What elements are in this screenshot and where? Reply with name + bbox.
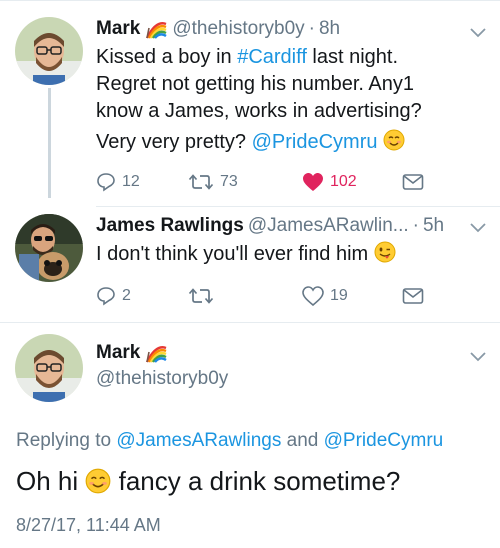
dm-button[interactable]: [402, 287, 424, 305]
chevron-down-icon[interactable]: [470, 352, 486, 362]
dm-button[interactable]: [402, 173, 424, 191]
tweet-time[interactable]: 5h: [423, 215, 444, 237]
retweet-count: 73: [220, 173, 238, 190]
focused-header: Mark: [96, 342, 168, 364]
tweet-header: Mark @thehistoryb0y · 8h: [96, 18, 340, 40]
mention-link[interactable]: @PrideCymru: [324, 430, 444, 451]
user-handle[interactable]: @thehistoryb0y: [96, 368, 228, 390]
reply-icon: [97, 173, 115, 192]
chevron-down-icon[interactable]: [470, 223, 486, 233]
like-count: 19: [330, 287, 348, 304]
like-count: 102: [330, 173, 357, 190]
like-button[interactable]: 19: [302, 286, 348, 306]
retweet-button[interactable]: 73: [188, 172, 238, 192]
heart-icon: [302, 286, 324, 306]
retweet-button[interactable]: [188, 286, 220, 306]
user-handle[interactable]: @thehistoryb0y: [172, 18, 304, 40]
emoji-icon: [374, 241, 396, 263]
rainbow-flag-icon: [146, 346, 168, 363]
mention-link[interactable]: @PrideCymru: [252, 131, 378, 153]
tweet-body: I don't think you'll ever find him: [96, 241, 486, 268]
rainbow-flag-icon: [146, 22, 168, 39]
reply-count: 12: [122, 173, 140, 190]
avatar-mark[interactable]: [15, 334, 83, 402]
user-name[interactable]: Mark: [96, 342, 140, 364]
tweet-timestamp[interactable]: 8/27/17, 11:44 AM: [16, 515, 161, 536]
tweet-line: know a James, works in advertising?: [96, 100, 422, 122]
reply-button[interactable]: 2: [96, 286, 131, 306]
tweet-actions: 12 73 102: [96, 171, 446, 193]
reply-icon: [97, 287, 115, 306]
user-name[interactable]: Mark: [96, 18, 140, 40]
retweet-icon: [188, 288, 214, 304]
tweet-time[interactable]: 8h: [319, 18, 340, 40]
focused-tweet-text: Oh hi fancy a drink sometime?: [16, 466, 401, 496]
tweet-line: Kissed a boy in #Cardiff last night.: [96, 46, 399, 68]
tweet-divider: [0, 322, 500, 323]
like-button[interactable]: 102: [302, 172, 357, 192]
tweet-divider: [96, 206, 500, 207]
dm-icon: [402, 174, 424, 190]
top-divider: [0, 0, 500, 1]
separator-dot: ·: [308, 18, 315, 39]
hashtag-link[interactable]: #Cardiff: [237, 46, 307, 68]
tweet-actions: 2 19: [96, 285, 446, 307]
replying-to: Replying to @JamesARawlings and @PrideCy…: [16, 430, 444, 451]
emoji-icon: [85, 468, 111, 494]
dm-icon: [402, 288, 424, 304]
avatar-mark[interactable]: [15, 17, 83, 85]
emoji-icon: [383, 129, 405, 151]
reply-count: 2: [122, 287, 131, 304]
avatar-james[interactable]: [15, 214, 83, 282]
separator-dot: ·: [412, 215, 419, 236]
tweet-line: Very very pretty? @PrideCymru: [96, 129, 486, 156]
user-name[interactable]: James Rawlings: [96, 215, 244, 237]
heart-icon: [303, 173, 323, 191]
retweet-icon: [188, 174, 214, 190]
tweet-header: James Rawlings @JamesARawlin... · 5h: [96, 215, 444, 237]
tweet-body: Kissed a boy in #Cardiff last night. Reg…: [96, 44, 486, 156]
chevron-down-icon[interactable]: [470, 28, 486, 38]
user-handle[interactable]: @JamesARawlin...: [248, 215, 409, 237]
mention-link[interactable]: @JamesARawlings: [116, 430, 281, 451]
tweet-line: Regret not getting his number. Any1: [96, 73, 414, 95]
thread-line: [48, 88, 51, 198]
reply-button[interactable]: 12: [96, 172, 140, 192]
